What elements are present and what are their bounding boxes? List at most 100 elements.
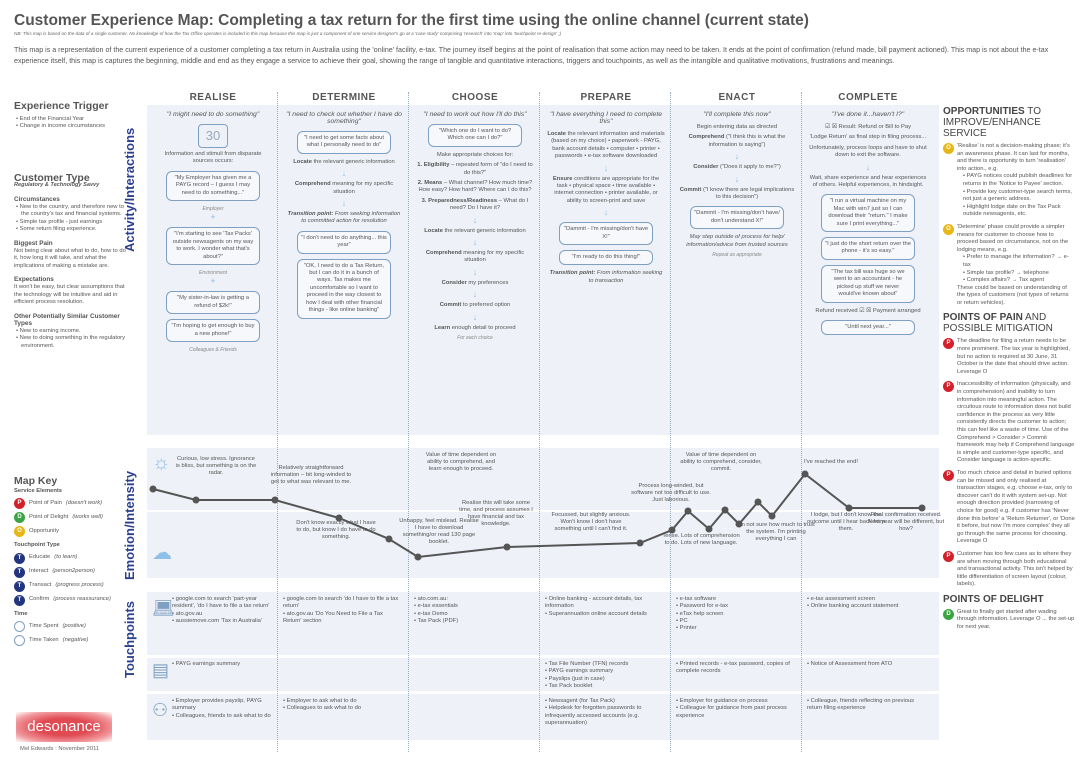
touchpoint-item: Online banking account statement [807,603,925,610]
touchpoint-list: google.com to search 'part-year resident… [172,596,272,625]
badge-icon: P [943,381,954,393]
emotion-point [845,504,853,512]
touchpoint-list: Newsagent (for Tax Pack)Helpdesk for for… [545,698,663,727]
bullet: Complex affairs? → Tax agent [963,277,1075,285]
emotion-point [918,504,926,512]
emotion-point [503,543,511,551]
touchpoint-item: Employer to ask what to do [283,698,401,705]
touchpoint-cell: PAYG earnings summary [172,661,272,668]
bullet: PAYG notices could publish deadlines for… [963,173,1075,188]
emotion-note: Value of time dependent on ability to co… [425,452,497,472]
touchpoint-item: Newsagent (for Tax Pack) [545,698,663,705]
touchpoint-list: e-tax softwarePassword for e-taxeTax hel… [676,596,794,632]
touchpoint-cell: Tax File Number (TFN) recordsPAYG earnin… [545,661,663,690]
touchpoint-item: ato.com.au: [414,596,532,603]
badge-icon: P [943,338,954,350]
right-item: O 'Realise' is not a decision-making phas… [943,143,1075,219]
touchpoint-item: Notice of Assessment from ATO [807,661,925,668]
touchpoint-cell: Notice of Assessment from ATO [807,661,925,668]
sun-icon: ☼ [152,452,171,474]
badge-icon: O [943,223,954,235]
badge-icon: O [943,143,954,154]
emotion-note: I've reached the end! [804,459,858,465]
emotion-note: Final confirmation received. Next year w… [867,512,945,532]
right-panel: OPPORTUNITIES TO IMPROVE/ENHANCE SERVICE… [943,102,1075,637]
right-item-text: 'Determine' phase could provide a simple… [957,223,1069,253]
right-item-text: Too much choice and detail in buried opt… [957,469,1075,545]
document-icon: ▤ [152,660,170,680]
touchpoint-item: e-tax essentials [414,603,532,610]
badge-icon: P [943,469,954,481]
touchpoint-item: PC [676,618,794,625]
touchpoint-item: Employer provides payslip, PAYG summary [172,698,272,713]
touchpoint-item: eTax help screen [676,611,794,618]
emotion-note: Focussed, but slightly anxious. Won't kn… [551,512,631,532]
emotion-point [705,525,713,533]
touchpoint-list: PAYG earnings summary [172,661,272,668]
touchpoint-item: Superannuation online account details [545,611,663,618]
emotion-note: Value of time dependent on ability to co… [680,452,762,472]
touchpoint-item: PAYG earnings summary [545,668,663,675]
emotion-point [636,539,644,547]
touchpoint-list: google.com to search 'do I have to file … [283,596,401,625]
right-item: P Too much choice and detail in buried op… [943,469,1075,546]
emotion-point [754,498,762,506]
touchpoint-item: Colleague for guidance from past process… [676,705,794,720]
touchpoint-item: Online banking - account details, tax in… [545,596,663,611]
emotion-point [721,506,729,514]
touchpoint-item: Printed records - e-tax password, copies… [676,661,794,676]
touchpoint-cell: e-tax softwarePassword for e-taxeTax hel… [676,596,794,632]
opportunities-title: OPPORTUNITIES TO IMPROVE/ENHANCE SERVICE [943,106,1041,139]
bullet: Prefer to manage the information? → e-ta… [963,254,1075,269]
emotion-note: Realise this will take some time, and pr… [459,500,533,527]
touchpoint-cell: Employer for guidance on processColleagu… [676,698,794,720]
right-item-tail: These could be based on understanding of… [957,284,1069,306]
touchpoint-list: Colleague, friends reflecting on previou… [807,698,925,713]
touchpoint-item: ato.gov.au [172,611,272,618]
bullet: Provide key customer-type search terms, … [963,189,1075,204]
touchpoint-cell: Employer to ask what to doColleagues to … [283,698,401,713]
emotion-note: Tense. Lots of comprehension to do. Lots… [662,533,740,546]
touchpoint-list: e-tax assessment screenOnline banking ac… [807,596,925,611]
pain-points-title: POINTS OF PAIN AND POSSIBLE MITIGATION [943,312,1053,335]
bullet: Simple tax profile? → telephone [963,270,1075,278]
right-item-text: The deadline for filing a return needs t… [957,338,1070,375]
right-bullets: PAYG notices could publish deadlines for… [957,173,1075,219]
emotion-note: Relatively straightforward information –… [270,465,352,485]
touchpoint-list: Employer provides payslip, PAYG summaryC… [172,698,272,720]
touchpoint-item: e-tax assessment screen [807,596,925,603]
touchpoint-list: Tax File Number (TFN) recordsPAYG earnin… [545,661,663,690]
cloud-icon: ☁ [152,542,172,564]
right-item-text: Customer has too few cues as to where th… [957,550,1073,588]
touchpoint-cell: Online banking - account details, tax in… [545,596,663,618]
emotion-point [684,507,692,515]
emotion-point [414,553,422,561]
right-item: D Great to finally get started after wadi… [943,608,1075,632]
right-item-text: 'Realise' is not a decision-making phase… [957,143,1070,172]
laptop-icon: 💻︎ [152,598,175,618]
touchpoint-list: ato.com.au:e-tax essentialse-tax DemoTax… [414,596,532,625]
bullet: Highlight lodge date on the Tax Pack out… [963,204,1075,219]
touchpoint-cell: google.com to search 'do I have to file … [283,596,401,625]
badge-icon: D [943,608,954,620]
emotion-point [768,512,776,520]
right-bullets: Prefer to manage the information? → e-ta… [957,254,1075,284]
touchpoint-item: Colleague, friends reflecting on previou… [807,698,925,713]
emotion-note: Curious, low stress. Ignorance is bliss,… [175,456,257,476]
touchpoint-cell: Newsagent (for Tax Pack)Helpdesk for for… [545,698,663,727]
emotion-point [192,496,200,504]
touchpoint-item: ato.gov.au 'Do You Need to File a Tax Re… [283,611,401,626]
right-item-text: Great to finally get started after wadin… [957,608,1075,631]
emotion-note: Process long-winded, but software not to… [631,483,711,503]
touchpoint-cell: ato.com.au:e-tax essentialse-tax DemoTax… [414,596,532,625]
touchpoint-item: PAYG earnings summary [172,661,272,668]
right-item-text: Inaccessibility of information (physical… [957,381,1075,464]
touchpoint-list: Online banking - account details, tax in… [545,596,663,618]
touchpoint-cell: Colleague, friends reflecting on previou… [807,698,925,713]
touchpoint-item: Printer [676,625,794,632]
touchpoint-cell: Employer provides payslip, PAYG summaryC… [172,698,272,720]
touchpoint-item: Payslips (just in case) [545,676,663,683]
touchpoint-item: Colleagues, friends to ask what to do [172,713,272,720]
touchpoint-item: e-tax software [676,596,794,603]
touchpoint-item: Employer for guidance on process [676,698,794,705]
